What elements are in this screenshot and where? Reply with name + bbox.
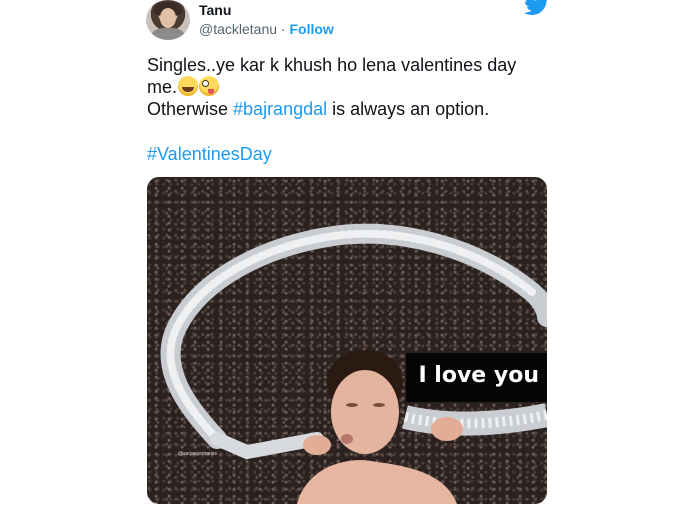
author-avatar[interactable] [146, 0, 190, 40]
hashtag-bajrangdal-link[interactable]: #bajrangdal [233, 99, 327, 119]
tweet-line-2: Otherwise #bajrangdal is always an optio… [147, 98, 547, 120]
meme-caption: I love you [406, 353, 547, 402]
child-face [331, 370, 399, 454]
handle-separator: · [277, 21, 290, 37]
child-body [297, 460, 457, 504]
tweet-line-1: Singles..ye kar k khush ho lena valentin… [147, 54, 547, 98]
twitter-bird-icon[interactable] [524, 0, 550, 16]
author-name[interactable]: Tanu [199, 2, 231, 18]
follow-link[interactable]: Follow [290, 21, 334, 37]
tweet-media-image[interactable]: I love you @sarjaayemaries [147, 177, 547, 504]
author-handle[interactable]: @tackletanu [199, 21, 277, 37]
avatar-body [152, 28, 184, 40]
zany-face-emoji-icon [199, 76, 220, 96]
tweet-line-2-prefix: Otherwise [147, 99, 234, 119]
tears-of-joy-emoji-icon [178, 76, 199, 96]
tweet-card: Tanu @tackletanu · Follow Singles..ye ka… [0, 0, 680, 510]
hashtag-valentinesday-link[interactable]: #ValentinesDay [147, 144, 272, 165]
vacuum-nozzle [210, 432, 324, 460]
tweet-text: Singles..ye kar k khush ho lena valentin… [147, 54, 547, 120]
avatar-face [160, 8, 176, 28]
author-handle-row: @tackletanu · Follow [199, 21, 334, 37]
meme-watermark: @sarjaayemaries [178, 451, 217, 457]
tweet-line-2-suffix: is always an option. [327, 99, 490, 119]
